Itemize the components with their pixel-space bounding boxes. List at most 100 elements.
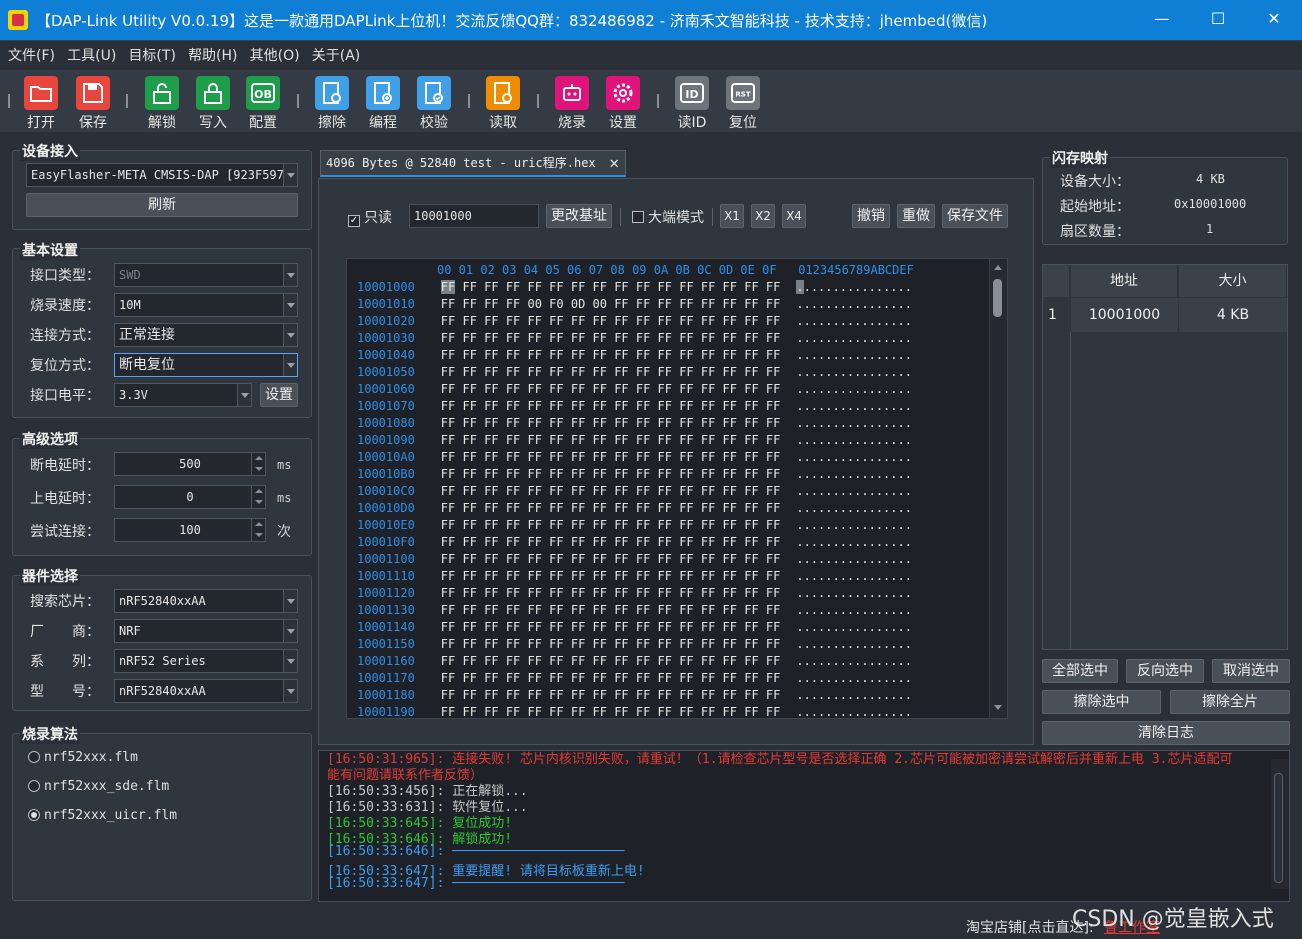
interface-select[interactable]: SWD — [114, 263, 298, 287]
write-button[interactable]: 写入 — [190, 76, 236, 132]
hex-row[interactable]: 10001000 FF FF FF FF FF FF FF FF FF FF FF… — [357, 280, 912, 294]
algorithm-option[interactable]: nrf52xxx.flm — [28, 750, 138, 765]
read-button[interactable]: 读取 — [480, 76, 526, 132]
hex-row[interactable]: 10001150 FF FF FF FF FF FF FF FF FF FF FF… — [357, 637, 912, 651]
scroll-thumb[interactable] — [1274, 773, 1283, 883]
hex-row-bytes[interactable]: FF FF FF FF FF FF FF FF FF FF FF FF FF F… — [441, 688, 781, 702]
hex-row-bytes[interactable]: FF FF FF FF FF FF FF FF FF FF FF FF FF F… — [441, 518, 781, 532]
hex-scrollbar[interactable] — [989, 259, 1007, 718]
hex-file-tab[interactable]: 4096 Bytes @ 52840 test - uric程序.hex ✕ — [320, 150, 626, 177]
series-select[interactable]: nRF52 Series — [114, 649, 298, 673]
hex-row-bytes[interactable]: FF FF FF FF FF FF FF FF FF FF FF FF FF F… — [441, 484, 781, 498]
menu-about[interactable]: 关于(A) — [308, 41, 365, 71]
hex-row-bytes[interactable]: FF FF FF FF FF FF FF FF FF FF FF FF FF F… — [441, 365, 781, 379]
hex-row-bytes[interactable]: FF FF FF FF FF FF FF FF FF FF FF FF FF F… — [441, 603, 781, 617]
hex-row[interactable]: 10001050 FF FF FF FF FF FF FF FF FF FF FF… — [357, 365, 912, 379]
column-header-address[interactable]: 地址 — [1071, 265, 1178, 297]
unlock-button[interactable]: 解锁 — [139, 76, 185, 132]
maximize-button[interactable]: ☐ — [1190, 0, 1246, 40]
erase-selected-button[interactable]: 擦除选中 — [1042, 690, 1161, 714]
reset-button[interactable]: RST 复位 — [720, 76, 766, 132]
open-button[interactable]: 打开 — [18, 76, 64, 132]
hex-row-bytes[interactable]: FF FF FF FF FF FF FF FF FF FF FF FF FF F… — [441, 620, 781, 634]
hex-row-bytes[interactable]: FF FF FF FF FF FF FF FF FF FF FF FF FF F… — [441, 399, 781, 413]
settings-button[interactable]: 设置 — [600, 76, 646, 132]
menu-tools[interactable]: 工具(U) — [63, 41, 120, 71]
readonly-checkbox[interactable]: ✓ 只读 — [348, 207, 392, 227]
hex-row-bytes[interactable]: FF FF FF FF FF FF FF FF FF FF FF FF FF F… — [441, 637, 781, 651]
hex-row[interactable]: 10001100 FF FF FF FF FF FF FF FF FF FF FF… — [357, 552, 912, 566]
change-base-button[interactable]: 更改基址 — [546, 204, 612, 228]
burn-button[interactable]: 烧录 — [549, 76, 595, 132]
log-output[interactable]: [16:50:31:965]: 连接失败! 芯片内核识别失败，请重试！（1.请检… — [318, 750, 1290, 902]
menu-file[interactable]: 文件(F) — [4, 41, 59, 71]
scroll-down-icon[interactable] — [994, 705, 1002, 710]
spin-arrows-icon[interactable] — [251, 486, 265, 508]
hex-row[interactable]: 100010A0 FF FF FF FF FF FF FF FF FF FF FF… — [357, 450, 912, 464]
algorithm-option-selected[interactable]: nrf52xxx_uicr.flm — [28, 808, 177, 823]
refresh-button[interactable]: 刷新 — [26, 193, 298, 217]
save-button[interactable]: 保存 — [70, 76, 116, 132]
menu-help[interactable]: 帮助(H) — [184, 41, 241, 71]
hex-row[interactable]: 100010E0 FF FF FF FF FF FF FF FF FF FF FF… — [357, 518, 912, 532]
menu-other[interactable]: 其他(O) — [246, 41, 304, 71]
redo-button[interactable]: 重做 — [897, 204, 935, 228]
verify-button[interactable]: 校验 — [411, 76, 457, 132]
hex-row-bytes[interactable]: FF FF FF FF FF FF FF FF FF FF FF FF FF F… — [441, 416, 781, 430]
hex-row[interactable]: 100010F0 FF FF FF FF FF FF FF FF FF FF FF… — [357, 535, 912, 549]
big-endian-checkbox[interactable]: 大端模式 — [632, 207, 704, 227]
sector-size-cell[interactable]: 4 KB — [1179, 298, 1287, 332]
hex-row-bytes[interactable]: FF FF FF FF FF FF FF FF FF FF FF FF FF F… — [440, 280, 780, 294]
x4-button[interactable]: X4 — [782, 204, 806, 228]
read-id-button[interactable]: ID 读ID — [669, 76, 715, 132]
deselect-button[interactable]: 取消选中 — [1212, 659, 1290, 683]
hex-row-bytes[interactable]: FF FF FF FF FF FF FF FF FF FF FF FF FF F… — [441, 450, 781, 464]
hex-row-bytes[interactable]: FF FF FF FF FF FF FF FF FF FF FF FF FF F… — [441, 535, 781, 549]
connect-select[interactable]: 正常连接 — [114, 323, 298, 347]
base-address-input[interactable]: 10001000 — [409, 204, 539, 228]
sector-address-cell[interactable]: 10001000 — [1071, 298, 1178, 332]
hex-row[interactable]: 10001120 FF FF FF FF FF FF FF FF FF FF FF… — [357, 586, 912, 600]
hex-row-bytes[interactable]: FF FF FF FF FF FF FF FF FF FF FF FF FF F… — [441, 552, 781, 566]
spin-arrows-icon[interactable] — [251, 519, 265, 541]
hex-row-bytes[interactable]: FF FF FF FF FF FF FF FF FF FF FF FF FF F… — [441, 467, 781, 481]
hex-row[interactable]: 10001140 FF FF FF FF FF FF FF FF FF FF FF… — [357, 620, 912, 634]
hex-row-bytes[interactable]: FF FF FF FF FF FF FF FF FF FF FF FF FF F… — [441, 331, 781, 345]
hex-row[interactable]: 10001110 FF FF FF FF FF FF FF FF FF FF FF… — [357, 569, 912, 583]
hex-editor[interactable]: 00 01 02 03 04 05 06 07 08 09 0A 0B 0C 0… — [346, 258, 1008, 719]
voltage-set-button[interactable]: 设置 — [260, 383, 298, 407]
hex-row[interactable]: 10001020 FF FF FF FF FF FF FF FF FF FF FF… — [357, 314, 912, 328]
save-file-button[interactable]: 保存文件 — [942, 204, 1008, 228]
hex-row-bytes[interactable]: FF FF FF FF FF FF FF FF FF FF FF FF FF F… — [441, 501, 781, 515]
menu-target[interactable]: 目标(T) — [124, 41, 179, 71]
probe-select[interactable]: EasyFlasher-META CMSIS-DAP [923F597A — [26, 163, 298, 187]
hex-row-bytes[interactable]: FF FF FF FF FF FF FF FF FF FF FF FF FF F… — [441, 586, 781, 600]
hex-row[interactable]: 10001030 FF FF FF FF FF FF FF FF FF FF FF… — [357, 331, 912, 345]
hex-row-bytes[interactable]: FF FF FF FF FF FF FF FF FF FF FF FF FF F… — [441, 382, 781, 396]
algorithm-option[interactable]: nrf52xxx_sde.flm — [28, 779, 169, 794]
hex-row[interactable]: 100010B0 FF FF FF FF FF FF FF FF FF FF FF… — [357, 467, 912, 481]
hex-row[interactable]: 10001130 FF FF FF FF FF FF FF FF FF FF FF… — [357, 603, 912, 617]
power-on-delay-input[interactable]: 0 — [114, 485, 266, 509]
hex-row[interactable]: 10001170 FF FF FF FF FF FF FF FF FF FF FF… — [357, 671, 912, 685]
hex-row[interactable]: 10001070 FF FF FF FF FF FF FF FF FF FF FF… — [357, 399, 912, 413]
vendor-select[interactable]: NRF — [114, 619, 298, 643]
chip-search-select[interactable]: nRF52840xxAA — [114, 589, 298, 613]
hex-row[interactable]: 10001080 FF FF FF FF FF FF FF FF FF FF FF… — [357, 416, 912, 430]
hex-row[interactable]: 10001190 FF FF FF FF FF FF FF FF FF FF FF… — [357, 705, 912, 718]
x2-button[interactable]: X2 — [751, 204, 775, 228]
log-scrollbar[interactable] — [1271, 759, 1289, 889]
hex-row-bytes[interactable]: FF FF FF FF FF FF FF FF FF FF FF FF FF F… — [441, 705, 781, 718]
hex-row-bytes[interactable]: FF FF FF FF FF FF FF FF FF FF FF FF FF F… — [441, 314, 781, 328]
hex-row[interactable]: 100010C0 FF FF FF FF FF FF FF FF FF FF FF… — [357, 484, 912, 498]
speed-select[interactable]: 10M — [114, 293, 298, 317]
hex-row-bytes[interactable]: FF FF FF FF FF FF FF FF FF FF FF FF FF F… — [441, 569, 781, 583]
hex-row[interactable]: 10001180 FF FF FF FF FF FF FF FF FF FF FF… — [357, 688, 912, 702]
close-tab-icon[interactable]: ✕ — [609, 151, 619, 175]
spin-arrows-icon[interactable] — [251, 453, 265, 475]
clear-log-button[interactable]: 清除日志 — [1042, 721, 1290, 745]
config-button[interactable]: OB 配置 — [240, 76, 286, 132]
hex-row[interactable]: 100010D0 FF FF FF FF FF FF FF FF FF FF FF… — [357, 501, 912, 515]
hex-row[interactable]: 10001060 FF FF FF FF FF FF FF FF FF FF FF… — [357, 382, 912, 396]
erase-all-button[interactable]: 擦除全片 — [1170, 690, 1290, 714]
